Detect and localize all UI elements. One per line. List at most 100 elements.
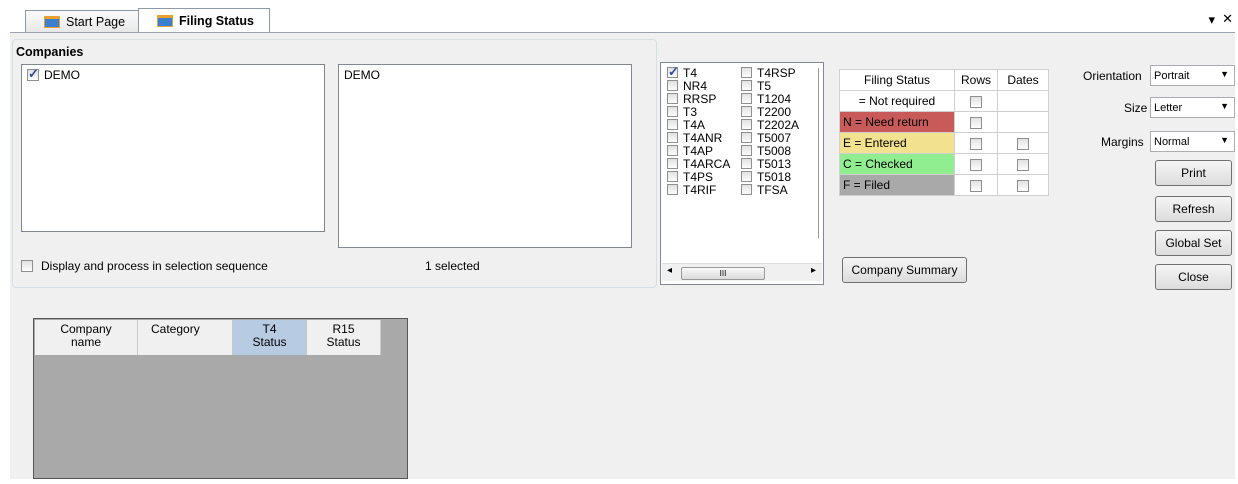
rows-checkbox[interactable]: [970, 116, 982, 129]
slip-type-checkbox[interactable]: [667, 158, 678, 169]
list-item[interactable]: DEMO: [339, 65, 631, 85]
slip-type-checkbox[interactable]: [667, 184, 678, 195]
slip-type-item[interactable]: NR4: [667, 79, 730, 93]
company-checkbox[interactable]: [27, 66, 39, 82]
rows-checkbox[interactable]: [970, 137, 982, 150]
scroll-left-icon[interactable]: ◂: [667, 265, 672, 276]
column-header-r15-status[interactable]: R15 Status: [307, 320, 381, 355]
slip-type-checkbox[interactable]: [667, 132, 678, 143]
slip-type-checkbox[interactable]: [667, 119, 678, 130]
legend-row: = Not required: [839, 90, 1049, 112]
slip-type-item[interactable]: T5: [741, 79, 799, 93]
dates-checkbox[interactable]: [1017, 158, 1029, 171]
slip-type-item[interactable]: T4ANR: [667, 130, 730, 145]
slip-type-label: T4ANR: [683, 130, 723, 145]
tab-filing-status[interactable]: Filing Status: [138, 8, 270, 32]
slip-type-label: T4: [683, 65, 698, 80]
print-button[interactable]: Print: [1155, 160, 1232, 186]
size-value: Letter: [1154, 101, 1183, 114]
horizontal-scrollbar[interactable]: ◂ III ▸: [662, 263, 822, 281]
slip-type-item[interactable]: T5007: [741, 131, 799, 145]
close-icon[interactable]: ✕: [1222, 11, 1233, 27]
sequence-checkbox[interactable]: [21, 260, 33, 272]
slip-type-checkbox[interactable]: [667, 106, 678, 117]
selected-companies-list[interactable]: DEMO: [338, 64, 632, 248]
slip-type-item[interactable]: T4RIF: [667, 182, 730, 197]
slip-type-checkbox[interactable]: [741, 67, 752, 78]
filing-status-legend: Filing Status Rows Dates = Not required N…: [839, 69, 1049, 196]
rows-checkbox[interactable]: [970, 95, 982, 108]
orientation-select[interactable]: Portrait ▼: [1150, 65, 1235, 86]
slip-type-item[interactable]: TFSA: [741, 183, 799, 197]
rows-checkbox[interactable]: [970, 158, 982, 171]
slip-type-checkbox[interactable]: [667, 145, 678, 156]
tab-start-page[interactable]: Start Page: [25, 10, 150, 32]
slip-type-item[interactable]: T4RSP: [741, 65, 799, 80]
scroll-thumb[interactable]: III: [681, 267, 765, 280]
legend-rows-cell: [954, 111, 998, 133]
slip-type-item[interactable]: T4ARCA: [667, 157, 730, 171]
slip-type-checkbox[interactable]: [667, 64, 679, 80]
slip-type-label: T4RSP: [757, 65, 796, 80]
slip-type-item[interactable]: T1204: [741, 92, 799, 106]
sequence-option[interactable]: Display and process in selection sequenc…: [21, 259, 268, 273]
slip-type-item[interactable]: T4AP: [667, 143, 730, 158]
tab-list-dropdown-icon[interactable]: ▾: [1208, 12, 1215, 28]
margins-select[interactable]: Normal ▼: [1150, 131, 1235, 152]
slip-type-item[interactable]: T5013: [741, 157, 799, 171]
slip-type-checkbox[interactable]: [741, 80, 752, 91]
dates-checkbox[interactable]: [1017, 179, 1029, 192]
slip-type-item[interactable]: T2202A: [741, 118, 799, 132]
slip-type-checkbox[interactable]: [741, 132, 752, 143]
refresh-button[interactable]: Refresh: [1155, 196, 1232, 222]
scroll-right-icon[interactable]: ▸: [811, 265, 816, 276]
slip-type-checkbox[interactable]: [667, 171, 678, 182]
size-select[interactable]: Letter ▼: [1150, 97, 1235, 118]
slip-type-checkbox[interactable]: [741, 93, 752, 104]
company-summary-button[interactable]: Company Summary: [842, 257, 967, 283]
close-button[interactable]: Close: [1155, 264, 1232, 290]
slip-type-checkbox[interactable]: [741, 184, 752, 195]
slip-type-label: T4PS: [683, 169, 714, 184]
slip-type-checkbox[interactable]: [741, 145, 752, 156]
slip-type-item[interactable]: T4: [667, 64, 730, 80]
company-checklist[interactable]: DEMO: [21, 64, 325, 232]
column-header-t4-status[interactable]: T4 Status: [233, 320, 307, 355]
legend-dates-cell: [997, 111, 1049, 133]
slip-type-column-2: T4RSP T5 T1204 T2200 T2202A T5007 T5008 T5013 T5…: [741, 65, 799, 197]
slip-type-checkbox[interactable]: [741, 119, 752, 130]
legend-dates-cell: [997, 90, 1049, 112]
slip-type-checkbox[interactable]: [741, 106, 752, 117]
legend-status-label: C = Checked: [839, 153, 955, 175]
size-label: Size: [1124, 101, 1148, 115]
list-item[interactable]: DEMO: [22, 65, 324, 85]
slip-type-item[interactable]: RRSP: [667, 92, 730, 106]
slip-type-checkbox[interactable]: [667, 93, 678, 104]
legend-header-dates: Dates: [997, 69, 1049, 91]
header-line: Status: [252, 335, 287, 349]
slip-type-item[interactable]: T5008: [741, 144, 799, 158]
slip-type-item[interactable]: T4A: [667, 118, 730, 132]
column-header-company-name[interactable]: Company name: [35, 320, 138, 355]
document-tab-strip: Start Page Filing Status ▾ ✕: [10, 8, 1235, 33]
legend-rows-cell: [954, 153, 998, 175]
slip-type-label: T2200: [757, 104, 792, 119]
legend-dates-cell: [997, 132, 1049, 154]
slip-type-label: T4RIF: [683, 182, 717, 197]
slip-type-item[interactable]: T3: [667, 105, 730, 119]
slip-type-checkbox[interactable]: [741, 171, 752, 182]
global-set-button[interactable]: Global Set: [1155, 230, 1232, 256]
rows-checkbox[interactable]: [970, 179, 982, 192]
slip-type-item[interactable]: T5018: [741, 169, 799, 184]
slip-type-checkbox[interactable]: [667, 80, 678, 91]
slip-type-item[interactable]: T2200: [741, 104, 799, 119]
slip-type-checklist[interactable]: T4NR4RRSPT3T4AT4ANRT4APT4ARCAT4PST4RIF T…: [660, 62, 824, 285]
column-header-category[interactable]: Category: [138, 320, 233, 355]
dates-checkbox[interactable]: [1017, 137, 1029, 150]
slip-type-checkbox[interactable]: [741, 158, 752, 169]
slip-type-label: T4AP: [683, 143, 714, 158]
status-grid[interactable]: Company name Category T4 Status R15 Stat…: [33, 318, 408, 479]
slip-type-item[interactable]: T4PS: [667, 169, 730, 184]
slip-type-label: T5018: [757, 169, 792, 184]
header-line: Category: [151, 322, 200, 336]
